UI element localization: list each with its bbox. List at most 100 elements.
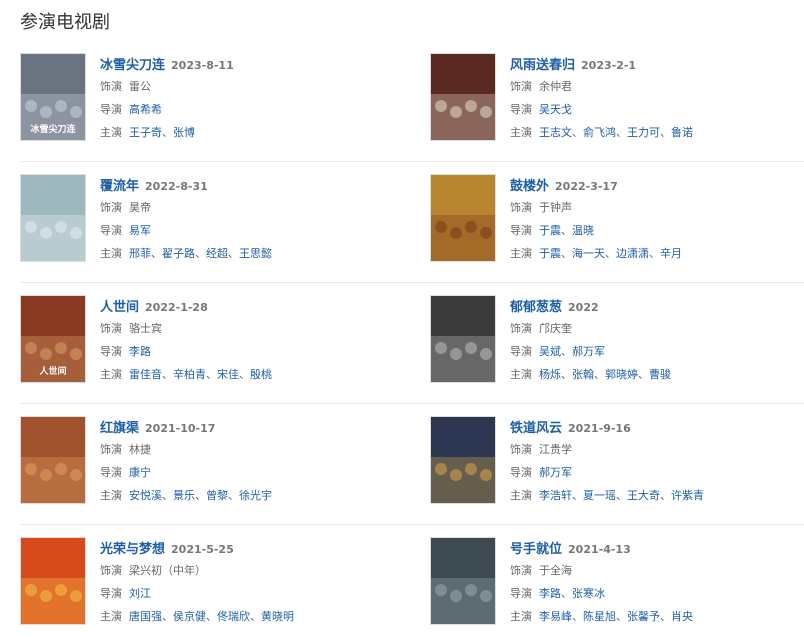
cast-link[interactable]: 张博 bbox=[173, 126, 195, 139]
drama-info: 鼓楼外 2022-3-17 饰演 于钟声 导演 于震、温晓 主演 于震、海一天、边潇潇、辛月 bbox=[510, 174, 800, 265]
separator: 、 bbox=[195, 247, 206, 260]
drama-poster[interactable] bbox=[430, 295, 496, 383]
director-link[interactable]: 吴天戈 bbox=[539, 103, 572, 116]
director-link[interactable]: 张寒冰 bbox=[572, 587, 605, 600]
director-link[interactable]: 刘江 bbox=[129, 587, 151, 600]
drama-poster[interactable]: 冰雪尖刀连 bbox=[20, 53, 86, 141]
cast-link[interactable]: 雷佳音 bbox=[129, 368, 162, 381]
cast-label: 主演 bbox=[100, 489, 122, 502]
role-label: 饰演 bbox=[510, 443, 532, 456]
drama-title-link[interactable]: 覆流年 bbox=[100, 179, 139, 194]
poster-art bbox=[431, 538, 495, 624]
director-line: 导演 康宁 bbox=[100, 461, 390, 484]
cast-link[interactable]: 黄晓明 bbox=[261, 610, 294, 623]
drama-title-link[interactable]: 号手就位 bbox=[510, 542, 562, 557]
drama-poster[interactable] bbox=[430, 537, 496, 625]
cast-label: 主演 bbox=[100, 368, 122, 381]
drama-title-link[interactable]: 人世间 bbox=[100, 300, 139, 315]
cast-link[interactable]: 徐光宇 bbox=[239, 489, 272, 502]
cast-link[interactable]: 肖央 bbox=[671, 610, 693, 623]
cast-link[interactable]: 王志文 bbox=[539, 126, 572, 139]
cast-link[interactable]: 辛柏青 bbox=[173, 368, 206, 381]
director-link[interactable]: 于震 bbox=[539, 224, 561, 237]
cast-link[interactable]: 杨烁 bbox=[539, 368, 561, 381]
director-link[interactable]: 郝万军 bbox=[539, 466, 572, 479]
release-date: 2021-5-25 bbox=[171, 543, 234, 556]
cast-line: 主演 于震、海一天、边潇潇、辛月 bbox=[510, 242, 800, 265]
drama-card: 鼓楼外 2022-3-17 饰演 于钟声 导演 于震、温晓 主演 于震、海一天、边潇潇、辛月 bbox=[430, 174, 800, 272]
drama-poster[interactable] bbox=[430, 174, 496, 262]
drama-poster[interactable] bbox=[430, 53, 496, 141]
cast-link[interactable]: 张馨予 bbox=[627, 610, 660, 623]
drama-poster[interactable]: 人世间 bbox=[20, 295, 86, 383]
drama-title-link[interactable]: 冰雪尖刀连 bbox=[100, 58, 165, 73]
cast-link[interactable]: 曹骏 bbox=[649, 368, 671, 381]
cast-link[interactable]: 王力可 bbox=[627, 126, 660, 139]
cast-link[interactable]: 鲁诺 bbox=[671, 126, 693, 139]
cast-line: 主演 唐国强、侯京健、佟瑞欣、黄晓明 bbox=[100, 605, 390, 628]
drama-info: 郁郁葱葱 2022 饰演 邝庆奎 导演 吴斌、郝万军 主演 杨烁、张翰、郭晓婷、曹骏 bbox=[510, 295, 800, 386]
release-date: 2023-8-11 bbox=[171, 59, 234, 72]
cast-link[interactable]: 唐国强 bbox=[129, 610, 162, 623]
role-name: 骆士宾 bbox=[129, 322, 162, 335]
drama-card: 号手就位 2021-4-13 饰演 于全海 导演 李路、张寒冰 主演 李易峰、陈星旭、张馨予、… bbox=[430, 537, 800, 635]
cast-link[interactable]: 经超 bbox=[206, 247, 228, 260]
cast-line: 主演 李浩轩、夏一瑶、王大奇、许紫青 bbox=[510, 484, 800, 507]
cast-link[interactable]: 李浩轩 bbox=[539, 489, 572, 502]
director-link[interactable]: 吴斌 bbox=[539, 345, 561, 358]
separator: 、 bbox=[649, 247, 660, 260]
director-link[interactable]: 温晓 bbox=[572, 224, 594, 237]
cast-link[interactable]: 宋佳 bbox=[217, 368, 239, 381]
drama-poster[interactable] bbox=[20, 537, 86, 625]
director-link[interactable]: 易军 bbox=[129, 224, 151, 237]
cast-link[interactable]: 于震 bbox=[539, 247, 561, 260]
cast-link[interactable]: 王思懿 bbox=[239, 247, 272, 260]
director-line: 导演 高希希 bbox=[100, 98, 390, 121]
director-link[interactable]: 李路 bbox=[129, 345, 151, 358]
director-link[interactable]: 郝万军 bbox=[572, 345, 605, 358]
director-line: 导演 吴天戈 bbox=[510, 98, 800, 121]
cast-link[interactable]: 翟子路 bbox=[162, 247, 195, 260]
cast-line: 主演 李易峰、陈星旭、张馨予、肖央 bbox=[510, 605, 800, 628]
cast-link[interactable]: 张翰 bbox=[572, 368, 594, 381]
cast-link[interactable]: 王大奇 bbox=[627, 489, 660, 502]
director-link[interactable]: 康宁 bbox=[129, 466, 151, 479]
separator: 、 bbox=[162, 489, 173, 502]
poster-art bbox=[21, 417, 85, 503]
separator: 、 bbox=[561, 587, 572, 600]
cast-link[interactable]: 李易峰 bbox=[539, 610, 572, 623]
title-line: 覆流年 2022-8-31 bbox=[100, 174, 390, 196]
cast-link[interactable]: 夏一瑶 bbox=[583, 489, 616, 502]
release-date: 2022-8-31 bbox=[145, 180, 208, 193]
director-link[interactable]: 李路 bbox=[539, 587, 561, 600]
cast-link[interactable]: 辛月 bbox=[660, 247, 682, 260]
cast-link[interactable]: 侯京健 bbox=[173, 610, 206, 623]
drama-poster[interactable] bbox=[20, 174, 86, 262]
cast-link[interactable]: 海一天 bbox=[572, 247, 605, 260]
drama-poster[interactable] bbox=[20, 416, 86, 504]
cast-link[interactable]: 陈星旭 bbox=[583, 610, 616, 623]
separator: 、 bbox=[638, 368, 649, 381]
cast-link[interactable]: 殷桃 bbox=[250, 368, 272, 381]
cast-link[interactable]: 邢菲 bbox=[129, 247, 151, 260]
drama-poster[interactable] bbox=[430, 416, 496, 504]
drama-title-link[interactable]: 光荣与梦想 bbox=[100, 542, 165, 557]
role-line: 饰演 林捷 bbox=[100, 438, 390, 461]
cast-link[interactable]: 许紫青 bbox=[671, 489, 704, 502]
cast-link[interactable]: 俞飞鸿 bbox=[583, 126, 616, 139]
cast-link[interactable]: 郭晓婷 bbox=[605, 368, 638, 381]
drama-title-link[interactable]: 郁郁葱葱 bbox=[510, 300, 562, 315]
cast-link[interactable]: 佟瑞欣 bbox=[217, 610, 250, 623]
cast-link[interactable]: 边潇潇 bbox=[616, 247, 649, 260]
cast-link[interactable]: 景乐 bbox=[173, 489, 195, 502]
drama-title-link[interactable]: 红旗渠 bbox=[100, 421, 139, 436]
drama-title-link[interactable]: 鼓楼外 bbox=[510, 179, 549, 194]
cast-link[interactable]: 王子奇 bbox=[129, 126, 162, 139]
cast-link[interactable]: 安悦溪 bbox=[129, 489, 162, 502]
director-link[interactable]: 高希希 bbox=[129, 103, 162, 116]
director-label: 导演 bbox=[510, 345, 532, 358]
cast-link[interactable]: 曾黎 bbox=[206, 489, 228, 502]
poster-art: 冰雪尖刀连 bbox=[21, 54, 85, 140]
drama-title-link[interactable]: 铁道风云 bbox=[510, 421, 562, 436]
drama-title-link[interactable]: 风雨送春归 bbox=[510, 58, 575, 73]
